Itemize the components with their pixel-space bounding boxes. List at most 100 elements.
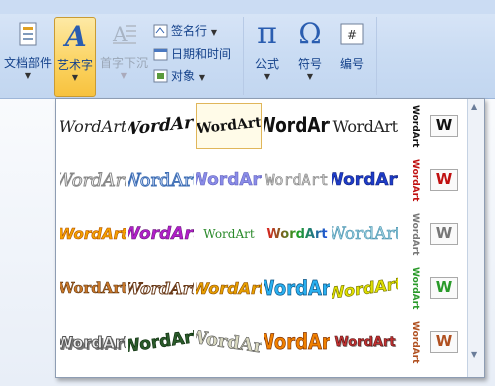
gallery-scrollbar[interactable]: ▲ ▼ — [467, 99, 484, 377]
wordart-style-option[interactable]: WordArt — [264, 319, 330, 365]
wordart-style-label: WordArt — [128, 326, 194, 358]
ribbon-top-bar — [0, 0, 495, 14]
wordart-w-style-option[interactable]: W — [428, 103, 460, 149]
wordart-vertical-style-option[interactable]: WordArt — [406, 211, 424, 257]
signature-line-button[interactable]: 签名行 ▼ — [153, 22, 217, 39]
wordart-style-label: WordArt — [128, 111, 194, 141]
datetime-button[interactable]: 日期和时间 — [153, 45, 231, 62]
wordart-style-label: WordArt — [265, 171, 329, 190]
wordart-vertical-style-option[interactable]: WordArt — [406, 157, 424, 203]
equation-button[interactable]: π 公式 ▼ — [248, 17, 286, 82]
chevron-down-icon: ▼ — [120, 71, 128, 80]
chevron-down-icon: ▼ — [24, 71, 32, 80]
object-button[interactable]: 对象 ▼ — [153, 67, 205, 84]
wordart-style-option[interactable]: WordArt — [196, 103, 262, 149]
wordart-style-label: WordArt — [60, 169, 126, 191]
wordart-vertical-style-option[interactable]: WordArt — [406, 265, 424, 311]
wordart-w-icon: W — [430, 223, 458, 245]
wordart-style-option[interactable]: WordArt — [128, 319, 194, 365]
wordart-style-option[interactable]: WordArt — [128, 265, 194, 311]
wordart-style-option[interactable]: WordArt — [264, 103, 330, 149]
doc-parts-icon — [19, 22, 37, 46]
wordart-a-icon: A — [62, 20, 87, 53]
wordart-vertical-style-option[interactable]: WordArt — [406, 319, 424, 365]
wordart-style-label: WordArt — [334, 334, 396, 350]
wordart-style-label: WordArt — [128, 169, 194, 191]
wordart-style-option[interactable]: WordArt — [196, 157, 262, 203]
wordart-w-style-option[interactable]: W — [428, 265, 460, 311]
wordart-style-label: WordArt — [60, 225, 126, 244]
wordart-style-label: WordArt — [266, 226, 328, 242]
wordart-vertical-label: WordArt — [410, 266, 420, 310]
symbol-button[interactable]: Ω 符号 ▼ — [290, 17, 330, 82]
number-button[interactable]: # 编号 — [334, 17, 370, 72]
wordart-style-label: WordArt — [60, 279, 126, 298]
chevron-down-icon: ▼ — [198, 73, 205, 82]
doc-parts-button[interactable]: 文档部件 ▼ — [2, 17, 54, 81]
chevron-down-icon: ▼ — [71, 73, 79, 82]
wordart-style-label: WordArt — [128, 278, 194, 298]
wordart-w-style-option[interactable]: W — [428, 319, 460, 365]
chevron-down-icon: ▼ — [306, 72, 314, 81]
wordart-button[interactable]: A 艺术字 ▼ — [54, 17, 96, 97]
wordart-vertical-label: WordArt — [410, 104, 420, 148]
wordart-w-style-option[interactable]: W — [428, 211, 460, 257]
svg-text:#: # — [347, 28, 357, 42]
equation-label: 公式 — [254, 57, 279, 71]
wordart-style-option[interactable]: WordArt — [264, 265, 330, 311]
wordart-vertical-style-option[interactable]: WordArt — [406, 103, 424, 149]
signature-icon — [153, 24, 168, 38]
wordart-style-label: WordArt — [264, 275, 330, 301]
wordart-vertical-label: WordArt — [410, 320, 420, 364]
wordart-style-option[interactable]: WordArt — [332, 319, 398, 365]
symbol-label: 符号 — [297, 57, 322, 71]
scroll-down-icon[interactable]: ▼ — [471, 350, 477, 359]
wordart-style-option[interactable]: WordArt — [332, 157, 398, 203]
signature-label: 签名行 — [171, 24, 208, 38]
datetime-label: 日期和时间 — [171, 47, 232, 61]
number-label: 编号 — [339, 57, 364, 71]
wordart-style-option[interactable]: WordArt — [196, 319, 262, 365]
wordart-style-label: WordArt — [332, 116, 398, 136]
wordart-w-icon: W — [430, 277, 458, 299]
wordart-grid: WordArtWordArtWordArtWordArtWordArtWordA… — [56, 99, 468, 377]
pi-icon: π — [257, 16, 277, 51]
wordart-style-option[interactable]: WordArt — [264, 157, 330, 203]
object-label: 对象 — [171, 69, 196, 83]
wordart-style-option[interactable]: WordArt — [60, 265, 126, 311]
wordart-w-icon: W — [430, 331, 458, 353]
wordart-label: 艺术字 — [56, 58, 93, 72]
wordart-style-option[interactable]: WordArt — [60, 157, 126, 203]
wordart-style-option[interactable]: WordArt — [128, 157, 194, 203]
doc-parts-label: 文档部件 — [3, 56, 52, 70]
wordart-style-label: WordArt — [264, 329, 330, 355]
wordart-style-option[interactable]: WordArt — [60, 211, 126, 257]
wordart-w-style-option[interactable]: W — [428, 157, 460, 203]
wordart-style-label: WordArt — [203, 227, 255, 241]
wordart-style-option[interactable]: WordArt — [60, 319, 126, 365]
scroll-up-icon[interactable]: ▲ — [471, 102, 477, 111]
wordart-style-option[interactable]: WordArt — [332, 211, 398, 257]
wordart-style-option[interactable]: WordArt — [128, 103, 194, 149]
wordart-style-label: WordArt — [60, 332, 126, 352]
wordart-style-label: WordArt — [332, 224, 398, 245]
wordart-style-label: WordArt — [196, 170, 262, 191]
wordart-gallery: WordArtWordArtWordArtWordArtWordArtWordA… — [55, 98, 485, 378]
wordart-style-option[interactable]: WordArt — [196, 211, 262, 257]
wordart-style-option[interactable]: WordArt — [264, 211, 330, 257]
wordart-style-label: WordArt — [332, 273, 398, 303]
omega-icon: Ω — [298, 17, 322, 50]
dropcap-icon: A — [112, 22, 136, 46]
wordart-style-option[interactable]: WordArt — [332, 103, 398, 149]
wordart-style-label: WordArt — [196, 114, 262, 138]
wordart-w-icon: W — [430, 115, 458, 137]
chevron-down-icon: ▼ — [263, 72, 271, 81]
dropcap-button[interactable]: A 首字下沉 ▼ — [98, 17, 150, 81]
wordart-style-option[interactable]: WordArt — [332, 265, 398, 311]
wordart-vertical-label: WordArt — [410, 158, 420, 202]
wordart-style-option[interactable]: WordArt — [196, 265, 262, 311]
wordart-style-label: WordArt — [196, 325, 262, 359]
wordart-style-label: WordArt — [332, 170, 398, 191]
wordart-style-option[interactable]: WordArt — [128, 211, 194, 257]
wordart-style-option[interactable]: WordArt — [60, 103, 126, 149]
